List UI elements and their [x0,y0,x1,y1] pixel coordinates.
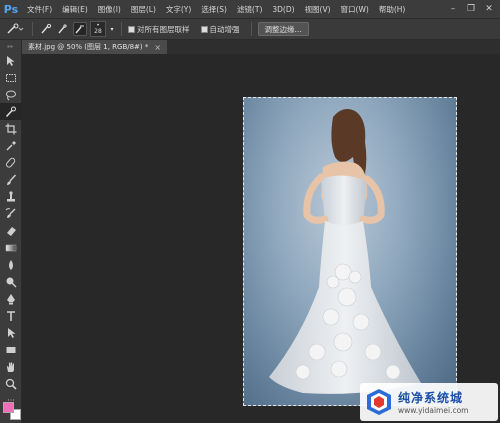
eyedropper-tool-icon[interactable] [0,137,22,154]
photoshop-logo: Ps [3,2,19,16]
brush-size-picker[interactable]: • 28 [90,21,106,37]
sample-all-layers-label: 对所有图层取样 [137,24,190,34]
menu-file[interactable]: 文件(F) [22,4,57,15]
sample-all-layers-option[interactable]: 对所有图层取样 [128,24,190,35]
quick-selection-icon [7,23,24,34]
separator [32,22,33,36]
separator [121,22,122,36]
type-tool-icon[interactable] [0,307,22,324]
pen-tool-icon[interactable] [0,290,22,307]
bride-photo-image [269,109,421,394]
menu-filter[interactable]: 滤镜(T) [232,4,267,15]
menu-view[interactable]: 视图(V) [300,4,336,15]
window-controls: – ❐ ✕ [446,3,500,15]
auto-enhance-checkbox[interactable] [200,25,208,33]
menu-edit[interactable]: 编辑(E) [57,4,93,15]
document-tab-bar: 素材.jpg @ 50% (图层 1, RGB/8#) * × [22,40,500,54]
menu-layer[interactable]: 图层(L) [126,4,161,15]
document-tab-title: 素材.jpg @ 50% (图层 1, RGB/8#) * [28,43,149,51]
tools-panel: ▸▸ ··· [0,40,22,423]
healing-brush-tool-icon[interactable] [0,154,22,171]
auto-enhance-option[interactable]: 自动增强 [200,24,240,35]
crop-tool-icon[interactable] [0,120,22,137]
brush-size-value: 28 [94,28,102,35]
minimize-button[interactable]: – [446,3,460,15]
marquee-tool-icon[interactable] [0,69,22,86]
zoom-tool-icon[interactable] [0,375,22,392]
lasso-tool-icon[interactable] [0,86,22,103]
close-button[interactable]: ✕ [482,3,496,15]
close-tab-icon[interactable]: × [154,43,161,52]
restore-button[interactable]: ❐ [464,3,478,15]
document-canvas[interactable] [243,97,457,406]
color-swatches [3,402,23,422]
options-bar: • 28 ▾ 对所有图层取样 自动增强 调整边缘... [0,18,500,40]
blur-tool-icon[interactable] [0,256,22,273]
canvas-workspace[interactable] [22,54,500,423]
tool-preset-picker[interactable] [4,21,26,37]
dodge-tool-icon[interactable] [0,273,22,290]
auto-enhance-label: 自动增强 [209,24,240,34]
menu-type[interactable]: 文字(Y) [161,4,196,15]
site-watermark: 纯净系统城 www.yidaimei.com [360,383,498,421]
hand-tool-icon[interactable] [0,358,22,375]
path-selection-tool-icon[interactable] [0,324,22,341]
menu-select[interactable]: 选择(S) [196,4,232,15]
subtract-from-selection-brush-icon[interactable] [73,22,87,36]
panel-grip-icon[interactable]: ▸▸ [0,40,21,52]
menu-help[interactable]: 帮助(H) [374,4,411,15]
watermark-url: www.yidaimei.com [398,406,469,415]
menu-image[interactable]: 图像(I) [93,4,126,15]
brush-dropdown-arrow-icon[interactable]: ▾ [109,22,115,36]
watermark-text: 纯净系统城 www.yidaimei.com [398,389,468,415]
history-brush-tool-icon[interactable] [0,205,22,222]
new-selection-brush-icon[interactable] [39,22,53,36]
move-tool-icon[interactable] [0,52,22,69]
sample-all-layers-checkbox[interactable] [128,25,135,33]
add-to-selection-brush-icon[interactable] [56,22,70,36]
document-tab[interactable]: 素材.jpg @ 50% (图层 1, RGB/8#) * × [22,40,168,54]
refine-edge-button[interactable]: 调整边缘... [257,22,309,36]
quick-selection-tool-icon[interactable] [0,103,22,120]
watermark-title: 纯净系统城 [398,391,464,405]
clone-stamp-tool-icon[interactable] [0,188,22,205]
menu-bar: Ps 文件(F) 编辑(E) 图像(I) 图层(L) 文字(Y) 选择(S) 滤… [0,0,500,18]
watermark-logo [367,389,391,415]
brush-tool-icon[interactable] [0,171,22,188]
gradient-tool-icon[interactable] [0,239,22,256]
rectangle-tool-icon[interactable] [0,341,22,358]
foreground-color-swatch[interactable] [3,402,14,413]
eraser-tool-icon[interactable] [0,222,22,239]
menu-3d[interactable]: 3D(D) [267,5,299,14]
menu-window[interactable]: 窗口(W) [336,4,374,15]
separator [250,22,252,36]
